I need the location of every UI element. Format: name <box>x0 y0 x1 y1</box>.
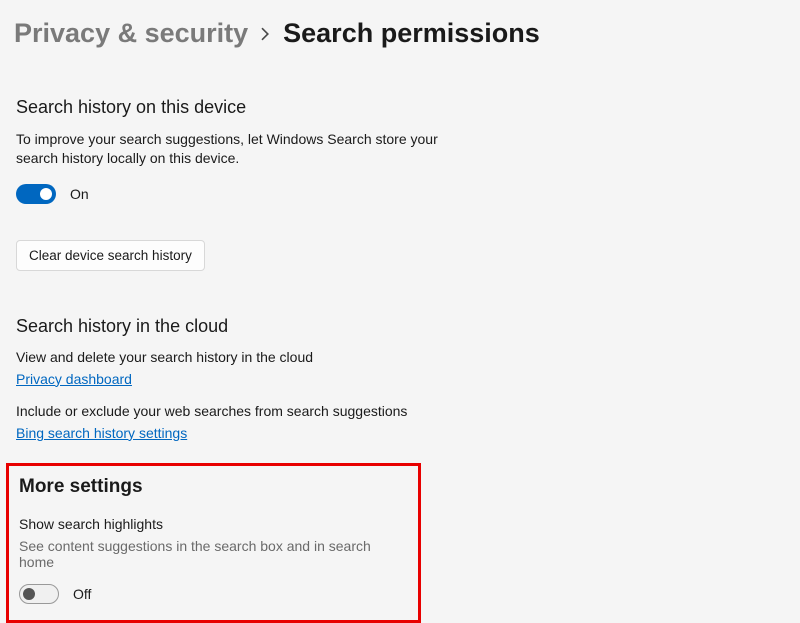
more-settings-heading: More settings <box>19 476 408 498</box>
search-highlights-toggle-label: Off <box>73 586 91 602</box>
history-cloud-heading: Search history in the cloud <box>16 316 784 337</box>
privacy-dashboard-link[interactable]: Privacy dashboard <box>16 371 132 387</box>
history-device-toggle-label: On <box>70 186 89 202</box>
chevron-right-icon <box>260 25 271 46</box>
more-settings-highlight-box: More settings Show search highlights See… <box>6 463 421 623</box>
search-highlights-desc: See content suggestions in the search bo… <box>19 538 408 570</box>
search-highlights-toggle[interactable] <box>19 584 59 604</box>
search-highlights-label: Show search highlights <box>19 516 408 532</box>
history-device-heading: Search history on this device <box>16 97 784 118</box>
cloud-line2: Include or exclude your web searches fro… <box>16 403 784 419</box>
breadcrumb: Privacy & security Search permissions <box>0 0 800 53</box>
history-device-toggle[interactable] <box>16 184 56 204</box>
clear-history-button[interactable]: Clear device search history <box>16 240 205 271</box>
breadcrumb-parent[interactable]: Privacy & security <box>14 18 248 49</box>
breadcrumb-current: Search permissions <box>283 18 540 49</box>
bing-history-link[interactable]: Bing search history settings <box>16 425 187 441</box>
history-device-desc: To improve your search suggestions, let … <box>16 130 446 168</box>
cloud-line1: View and delete your search history in t… <box>16 349 784 365</box>
